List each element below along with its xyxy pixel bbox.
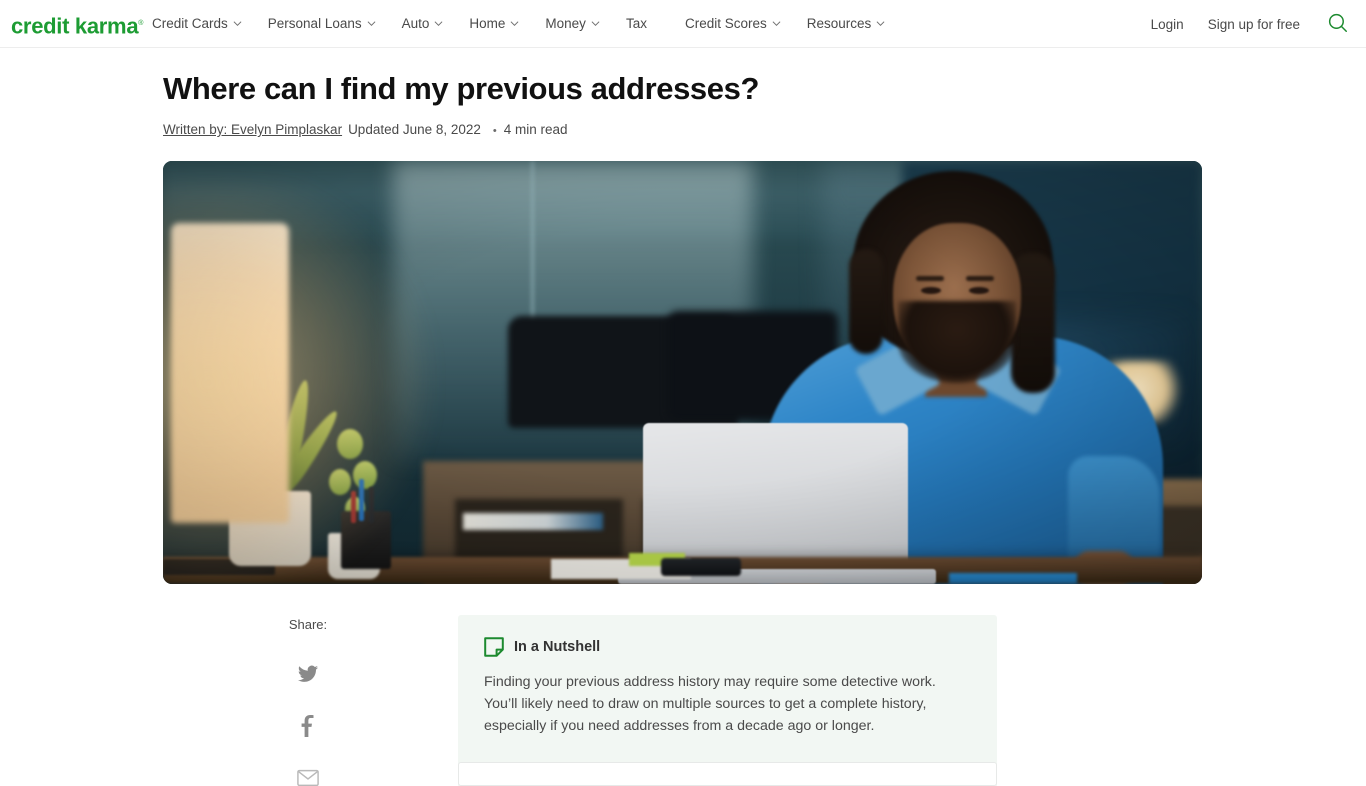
chevron-down-icon — [510, 19, 519, 28]
nav-item-label: Home — [469, 16, 506, 31]
article-header: Where can I find my previous addresses? … — [0, 48, 1366, 140]
nutshell-body-text: Finding your previous address history ma… — [484, 674, 936, 734]
main-navigation: Credit Cards Personal Loans Auto Home Mo — [152, 0, 911, 48]
site-logo-text: credit karma — [11, 13, 139, 39]
nav-item-label: Personal Loans — [267, 16, 362, 31]
nav-item-label: Tax — [625, 16, 647, 31]
chevron-down-icon — [367, 19, 376, 28]
search-icon — [1327, 12, 1349, 37]
page-title: Where can I find my previous addresses? — [163, 71, 759, 106]
byline-author-link[interactable]: Written by: Evelyn Pimplaskar — [163, 121, 342, 139]
trademark-symbol: ® — [138, 20, 144, 27]
facebook-icon — [297, 715, 319, 737]
login-link[interactable]: Login — [1151, 17, 1184, 32]
nav-item-label: Credit Cards — [152, 16, 228, 31]
nav-item-credit-cards[interactable]: Credit Cards — [152, 0, 242, 48]
nav-item-credit-scores[interactable]: Credit Scores — [685, 0, 781, 48]
next-content-block — [458, 762, 997, 786]
in-a-nutshell-callout: In a Nutshell Finding your previous addr… — [458, 615, 997, 786]
email-icon — [297, 769, 319, 786]
share-facebook-button[interactable] — [295, 713, 321, 739]
byline: Written by: Evelyn Pimplaskar Updated Ju… — [163, 121, 1366, 140]
nav-item-money[interactable]: Money — [545, 0, 600, 48]
nav-item-label: Money — [545, 16, 586, 31]
byline-updated-date: Updated June 8, 2022 — [348, 122, 481, 137]
chevron-down-icon — [591, 19, 600, 28]
nav-item-label: Auto — [401, 16, 430, 31]
chevron-down-icon — [233, 19, 242, 28]
nav-item-label: Credit Scores — [684, 16, 767, 31]
hero-image-canvas — [163, 161, 1202, 584]
chevron-down-icon — [876, 19, 885, 28]
share-email-button[interactable] — [295, 765, 321, 786]
site-header: credit karma® Credit Cards Personal Loan… — [0, 0, 1366, 48]
signup-link[interactable]: Sign up for free — [1208, 17, 1300, 32]
nav-item-resources[interactable]: Resources — [807, 0, 886, 48]
site-logo[interactable]: credit karma® — [11, 11, 143, 39]
nav-item-auto[interactable]: Auto — [402, 0, 444, 48]
byline-read-time: 4 min read — [503, 122, 568, 137]
share-label: Share: — [288, 617, 328, 632]
hero-image — [163, 161, 1202, 584]
chevron-down-icon — [772, 19, 781, 28]
chevron-down-icon — [434, 19, 443, 28]
search-button[interactable] — [1324, 10, 1352, 38]
share-twitter-button[interactable] — [295, 661, 321, 687]
twitter-icon — [297, 663, 319, 685]
nav-item-home[interactable]: Home — [469, 0, 519, 48]
byline-separator: • — [492, 125, 497, 137]
share-column: Share: — [163, 615, 453, 786]
nutshell-header: In a Nutshell — [484, 637, 971, 657]
nav-item-label: Resources — [806, 16, 872, 31]
nutshell-title: In a Nutshell — [514, 639, 601, 655]
nav-item-personal-loans[interactable]: Personal Loans — [268, 0, 376, 48]
article-body-section: Share: In a Nutshell Finding your previo… — [0, 615, 1366, 786]
header-actions: Login Sign up for free — [1151, 0, 1366, 48]
nav-item-tax[interactable]: Tax — [626, 0, 647, 48]
note-icon — [484, 637, 504, 657]
